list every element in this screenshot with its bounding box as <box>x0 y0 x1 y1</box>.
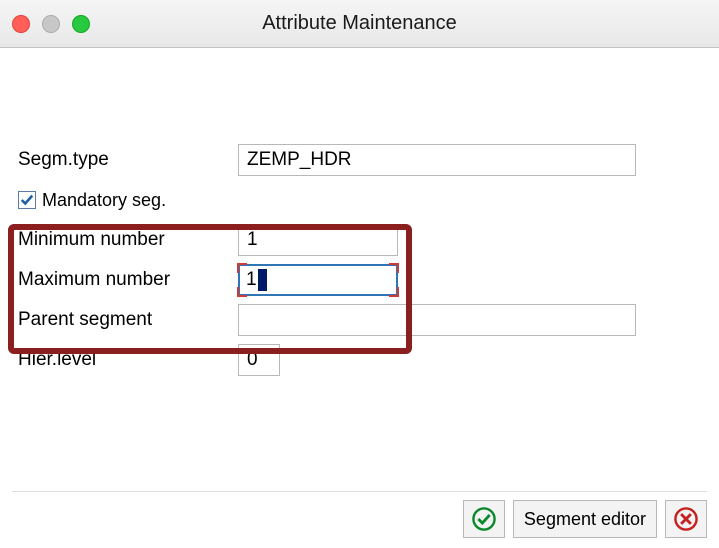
window-title: Attribute Maintenance <box>262 12 457 35</box>
max-number-row: Maximum number 1 <box>18 260 659 300</box>
max-number-input-wrap: 1 <box>238 264 398 296</box>
mandatory-label: Mandatory seg. <box>42 190 166 211</box>
form-area: Segm.type Mandatory seg. Minimum number … <box>0 48 719 380</box>
segment-editor-button[interactable]: Segment editor <box>513 500 657 538</box>
maximize-window-button[interactable] <box>72 15 90 33</box>
max-number-value: 1 <box>246 269 257 291</box>
min-number-row: Minimum number <box>18 220 659 260</box>
parent-segment-label: Parent segment <box>18 309 238 331</box>
footer-toolbar: Segment editor <box>12 491 707 538</box>
focus-corner <box>389 263 399 273</box>
min-number-input[interactable] <box>238 224 398 256</box>
cancel-circle-icon <box>673 506 699 532</box>
titlebar: Attribute Maintenance <box>0 0 719 48</box>
traffic-lights <box>12 15 90 33</box>
segm-type-label: Segm.type <box>18 149 238 171</box>
max-number-label: Maximum number <box>18 269 238 291</box>
segm-type-input[interactable] <box>238 144 636 176</box>
text-caret <box>258 269 267 291</box>
segment-editor-label: Segment editor <box>524 509 646 530</box>
mandatory-row: Mandatory seg. <box>18 180 659 220</box>
max-number-input[interactable]: 1 <box>238 264 398 296</box>
close-window-button[interactable] <box>12 15 30 33</box>
minimize-window-button[interactable] <box>42 15 60 33</box>
min-number-label: Minimum number <box>18 229 238 251</box>
parent-segment-input <box>238 304 636 336</box>
hier-level-label: Hier.level <box>18 349 238 371</box>
focus-corner <box>237 287 247 297</box>
confirm-button[interactable] <box>463 500 505 538</box>
hier-level-input <box>238 344 280 376</box>
cancel-button[interactable] <box>665 500 707 538</box>
check-circle-icon <box>471 506 497 532</box>
hier-level-row: Hier.level <box>18 340 659 380</box>
focus-corner <box>237 263 247 273</box>
mandatory-checkbox[interactable] <box>18 191 36 209</box>
focus-corner <box>389 287 399 297</box>
segm-type-row: Segm.type <box>18 140 659 180</box>
parent-segment-row: Parent segment <box>18 300 659 340</box>
check-icon <box>20 193 34 207</box>
